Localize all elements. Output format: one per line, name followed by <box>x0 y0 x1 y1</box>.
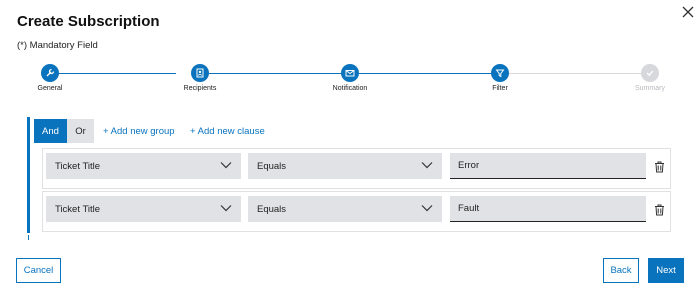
value-input[interactable]: Fault <box>450 196 646 222</box>
condition-select-value: Equals <box>257 203 287 215</box>
wrench-icon <box>41 64 59 82</box>
filter-rule-row: Ticket Title Equals Error <box>42 148 671 189</box>
chevron-down-icon <box>421 205 433 212</box>
trash-icon[interactable] <box>654 204 665 216</box>
condition-select[interactable]: Equals <box>248 153 442 179</box>
filter-builder: And Or + Add new group + Add new clause … <box>27 117 673 241</box>
logic-operator-toggle: And Or <box>34 119 94 143</box>
envelope-icon <box>341 64 359 82</box>
contact-icon <box>191 64 209 82</box>
step-general[interactable]: General <box>10 64 90 92</box>
filter-rule-row: Ticket Title Equals Fault <box>42 191 671 232</box>
value-input-text: Error <box>458 160 480 171</box>
close-icon[interactable] <box>681 5 695 19</box>
step-filter[interactable]: Filter <box>460 64 540 92</box>
trash-icon[interactable] <box>654 161 665 173</box>
chevron-down-icon <box>421 162 433 169</box>
add-clause-link[interactable]: + Add new clause <box>190 126 265 137</box>
condition-select[interactable]: Equals <box>248 196 442 222</box>
and-button[interactable]: And <box>34 119 67 143</box>
step-summary: Summary <box>610 64 690 92</box>
field-select-value: Ticket Title <box>55 203 101 215</box>
field-select[interactable]: Ticket Title <box>46 196 241 222</box>
group-indicator-tail <box>28 235 29 240</box>
field-select[interactable]: Ticket Title <box>46 153 241 179</box>
progress-stepper: General Recipients Notification Filter S… <box>0 64 700 98</box>
step-notification[interactable]: Notification <box>310 64 390 92</box>
chevron-down-icon <box>220 205 232 212</box>
back-button[interactable]: Back <box>603 258 639 283</box>
step-label: Notification <box>332 85 368 92</box>
chevron-down-icon <box>220 162 232 169</box>
funnel-icon <box>491 64 509 82</box>
mandatory-note: (*) Mandatory Field <box>17 40 98 51</box>
or-button[interactable]: Or <box>67 119 94 143</box>
step-label: Summary <box>635 85 665 92</box>
condition-select-value: Equals <box>257 160 287 172</box>
dialog-title: Create Subscription <box>17 13 160 30</box>
step-label: General <box>37 85 63 92</box>
cancel-button[interactable]: Cancel <box>16 258 61 283</box>
add-group-link[interactable]: + Add new group <box>103 126 175 137</box>
next-button[interactable]: Next <box>648 258 684 283</box>
step-recipients[interactable]: Recipients <box>160 64 240 92</box>
group-indicator-bar <box>27 117 30 233</box>
step-label: Filter <box>492 85 508 92</box>
checkmark-icon <box>641 64 659 82</box>
field-select-value: Ticket Title <box>55 160 101 172</box>
value-input-text: Fault <box>458 203 480 214</box>
step-label: Recipients <box>183 85 217 92</box>
value-input[interactable]: Error <box>450 153 646 179</box>
